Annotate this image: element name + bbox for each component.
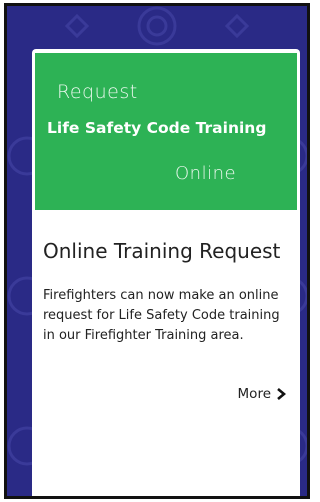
banner-text-request: Request: [57, 81, 138, 103]
training-card: Request Life Safety Code Training Online…: [32, 49, 300, 496]
banner-text-online: Online: [175, 163, 237, 184]
banner-image[interactable]: Request Life Safety Code Training Online: [35, 53, 297, 210]
more-link[interactable]: More: [238, 386, 286, 402]
card-description: Firefighters can now make an online requ…: [43, 288, 280, 343]
more-link-label: More: [237, 386, 271, 402]
card-frame: Request Life Safety Code Training Online…: [4, 3, 310, 499]
chevron-right-icon: [277, 388, 286, 400]
card-title: Online Training Request: [43, 239, 281, 263]
banner-text-title: Life Safety Code Training: [47, 119, 267, 137]
